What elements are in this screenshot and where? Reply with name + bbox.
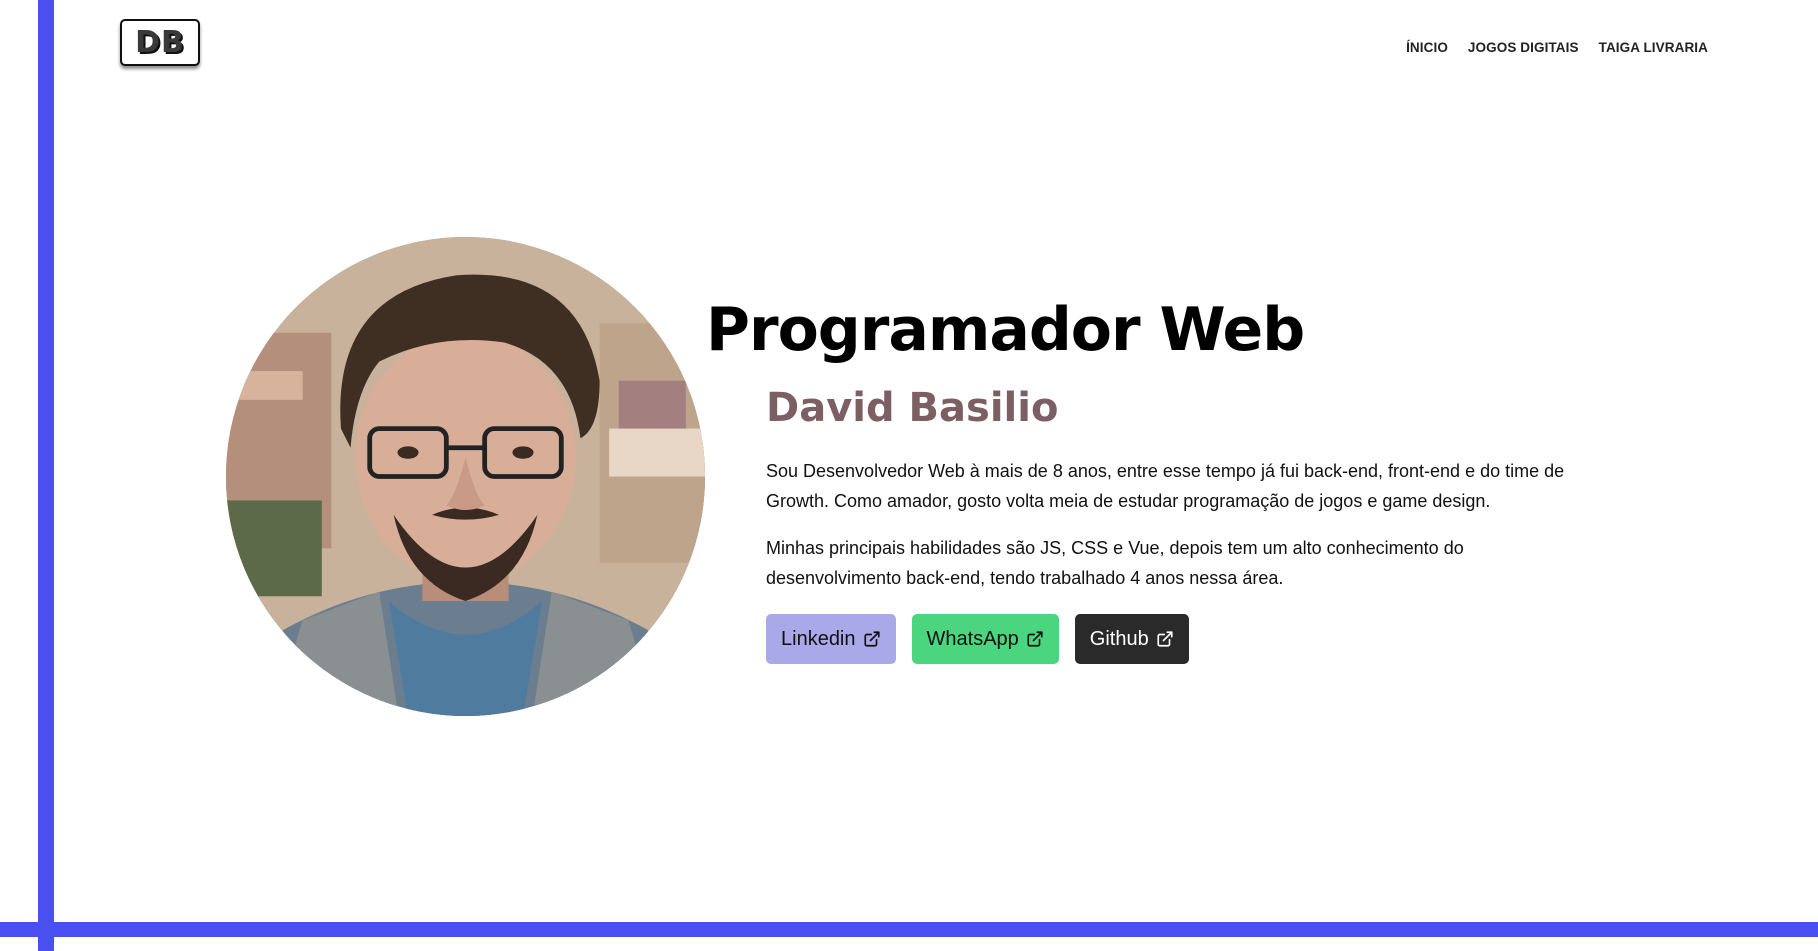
logo[interactable]: DB xyxy=(120,19,200,66)
github-button-label: Github xyxy=(1089,627,1149,650)
github-button[interactable]: Github xyxy=(1074,614,1189,664)
nav-item-taiga-livraria[interactable]: TAIGA LIVRARIA xyxy=(1599,40,1708,55)
page-title: Programador Web xyxy=(706,295,1305,365)
nav-item-jogos-digitais[interactable]: JOGOS DIGITAIS xyxy=(1468,40,1579,55)
whatsapp-button-label: WhatsApp xyxy=(926,627,1019,650)
bio: Sou Desenvolvedor Web à mais de 8 anos, … xyxy=(766,456,1566,610)
bio-paragraph-1: Sou Desenvolvedor Web à mais de 8 anos, … xyxy=(766,461,1565,511)
social-buttons: Linkedin WhatsApp Github xyxy=(766,614,1189,664)
profile-photo-illustration xyxy=(226,237,705,716)
page: DB ÍNICIO JOGOS DIGITAIS TAIGA LIVRARIA xyxy=(0,0,1818,951)
external-link-icon xyxy=(1156,630,1174,648)
external-link-icon xyxy=(863,630,881,648)
nav-item-inicio[interactable]: ÍNICIO xyxy=(1406,40,1448,55)
main-nav: ÍNICIO JOGOS DIGITAIS TAIGA LIVRARIA xyxy=(1406,40,1708,55)
author-name: David Basilio xyxy=(766,385,1059,431)
logo-text: DB xyxy=(135,24,185,60)
linkedin-button-label: Linkedin xyxy=(781,627,856,650)
linkedin-button[interactable]: Linkedin xyxy=(766,614,896,664)
external-link-icon xyxy=(1026,630,1044,648)
profile-photo xyxy=(226,237,705,716)
whatsapp-button[interactable]: WhatsApp xyxy=(911,614,1059,664)
left-accent-bar xyxy=(38,0,54,951)
bottom-accent-bar xyxy=(0,922,1818,937)
bio-paragraph-2: Minhas principais habilidades são JS, CS… xyxy=(766,538,1464,588)
